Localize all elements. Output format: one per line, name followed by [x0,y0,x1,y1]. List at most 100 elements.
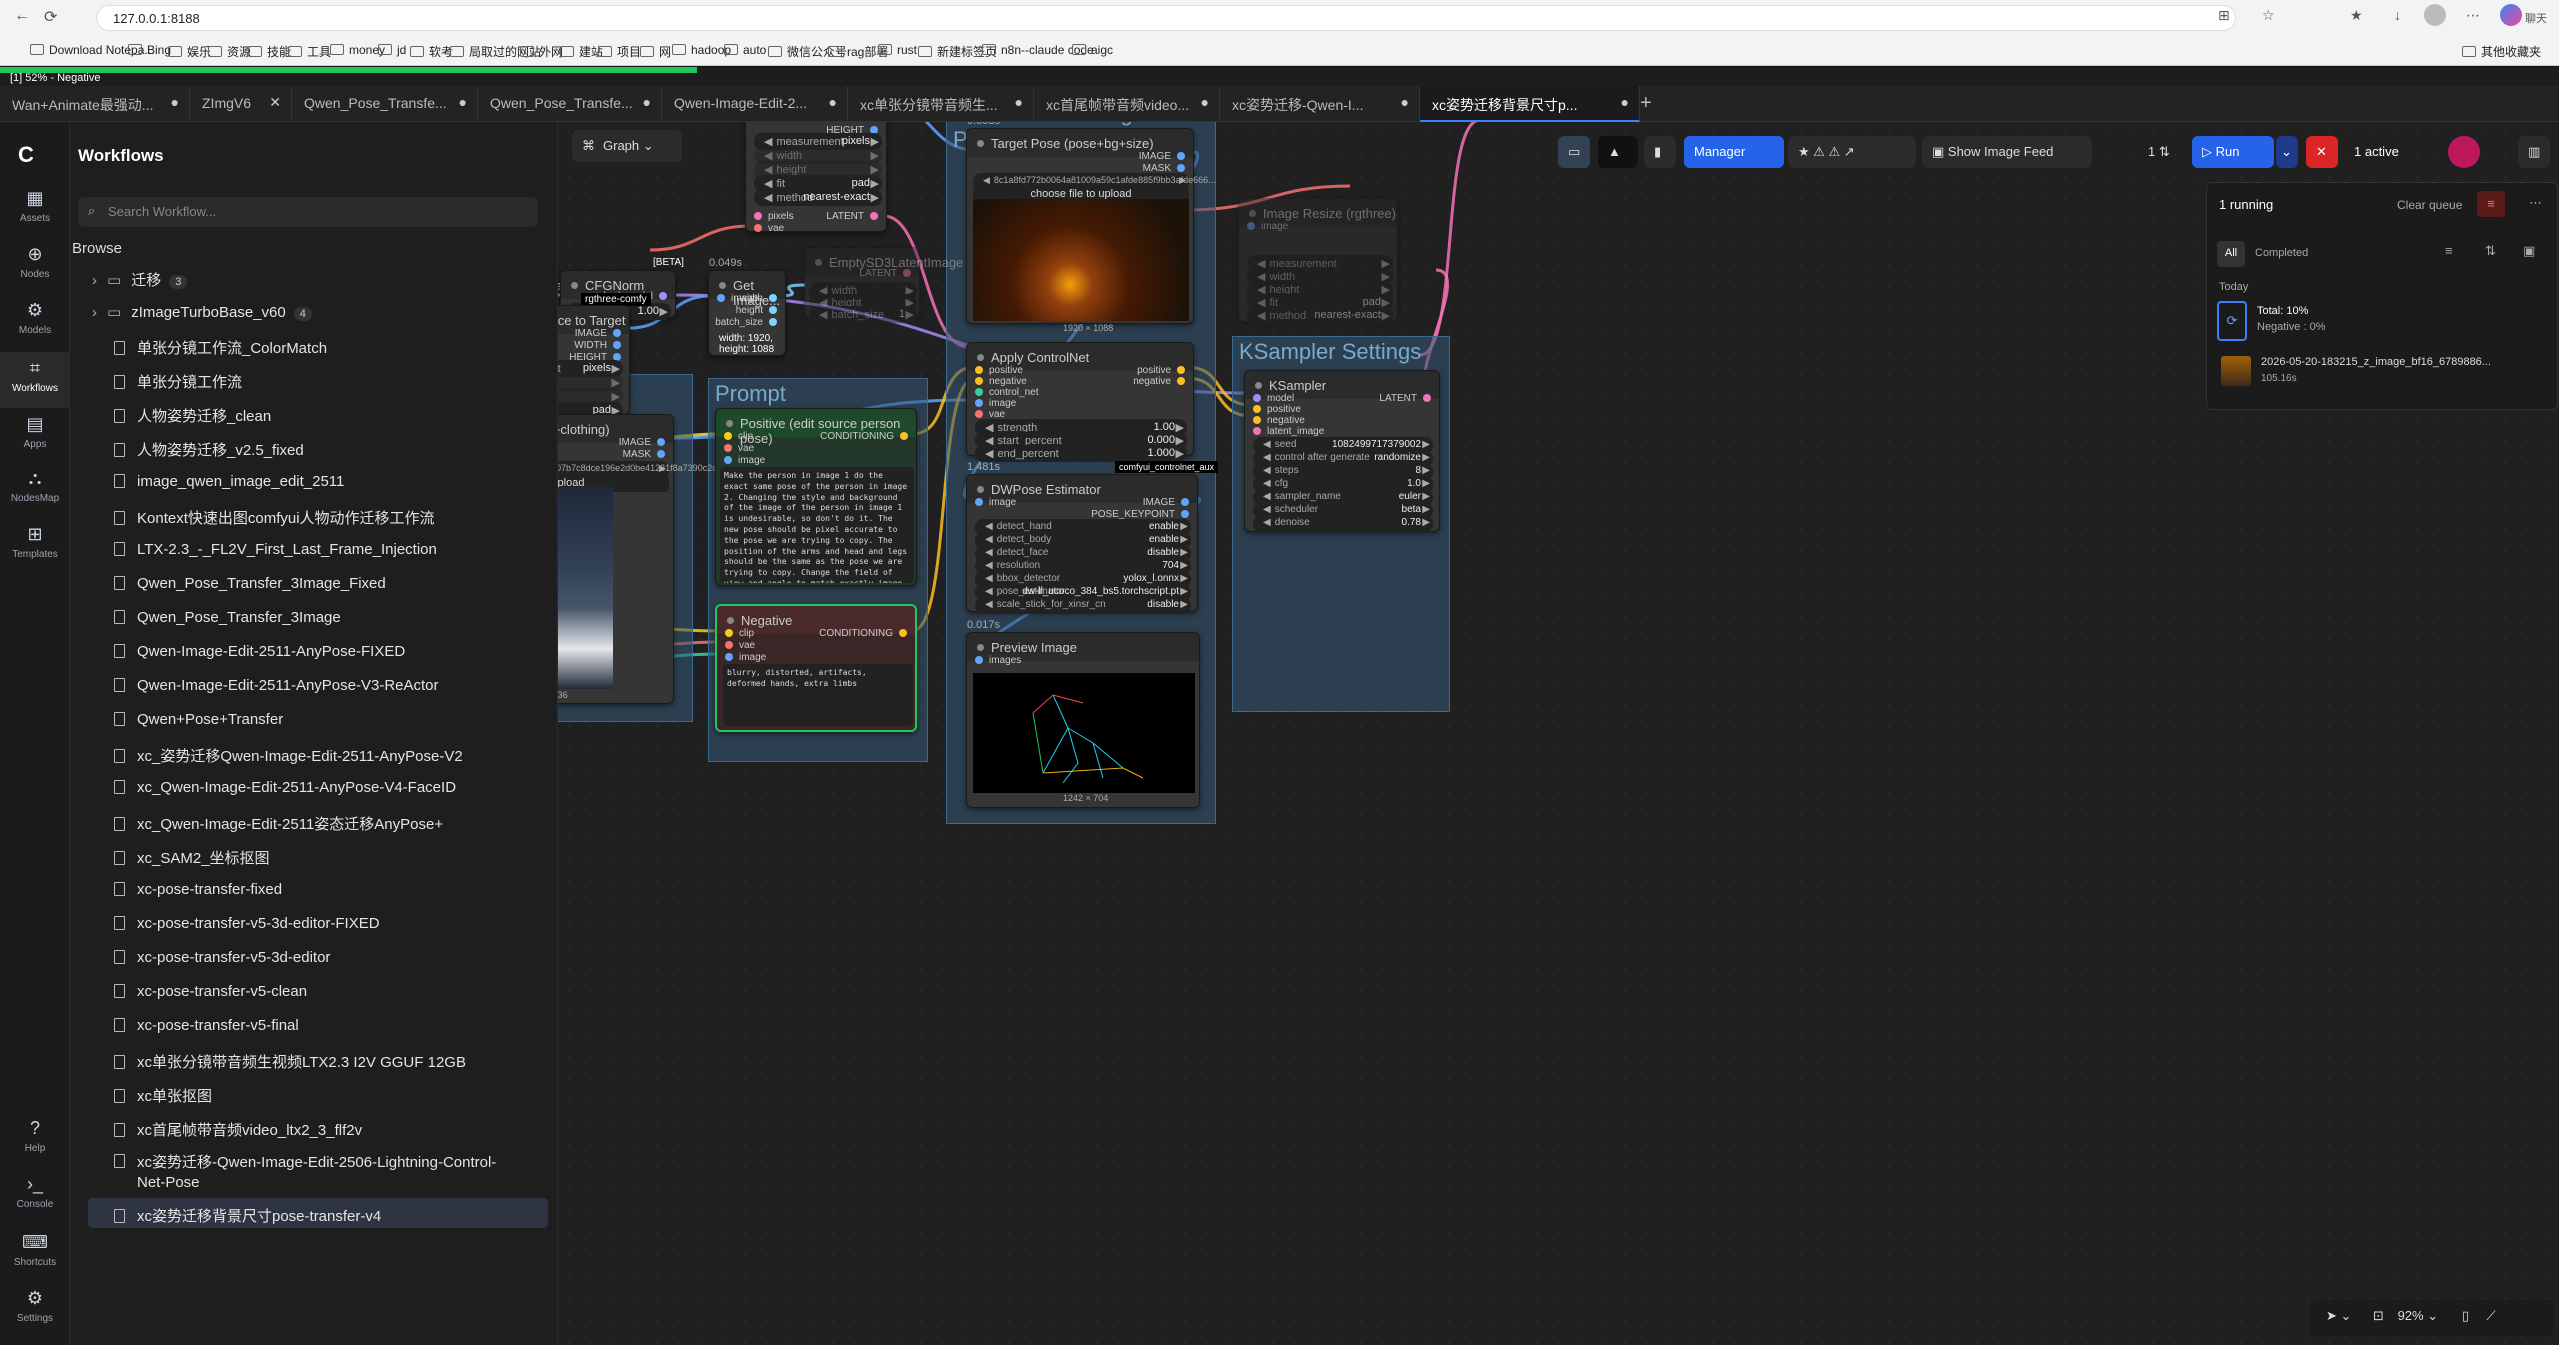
workflow-item[interactable]: xc-pose-transfer-v5-3d-editor [88,942,548,972]
bookmark-item[interactable]: 网 [640,43,671,60]
download-icon[interactable]: ↓ [2394,7,2401,23]
ksampler-widget[interactable]: ◀ denoise 0.78 ▶ [1253,515,1433,532]
rail-settings[interactable]: ⚙ Settings [0,1282,70,1338]
link-visibility-icon[interactable]: ⟋ [2487,1308,2496,1323]
workflow-item[interactable]: xc-pose-transfer-v5-3d-editor-FIXED [88,908,548,938]
address-bar[interactable]: 127.0.0.1:8188 [96,5,2236,31]
resize-target-dwpose-node[interactable]: Resize Target for DWPoseimageIMAGEWIDTHH… [745,122,887,234]
source-portrait-node[interactable]: Source Portrait (identity+clothing)0.032… [558,414,724,704]
bookmark-item[interactable]: 技能 [248,43,291,60]
input-pin[interactable]: negative [1253,415,1305,426]
workflow-item[interactable]: xc首尾帧带音频video_ltx2_3_flf2v [88,1112,548,1142]
star-icon[interactable]: ☆ [2262,7,2275,24]
input-pin[interactable]: latent_image [1253,426,1324,437]
resize-widget[interactable]: ◀ method nearest-exact ▶ [1247,307,1393,324]
node-link[interactable] [1419,122,1480,357]
workflow-item[interactable]: xc单张分镜带音频生视频LTX2.3 I2V GGUF 12GB [88,1044,548,1074]
profile-avatar[interactable] [2424,4,2446,26]
output-pin[interactable]: width [740,293,777,304]
bookmark-item[interactable]: hadoop [672,43,731,57]
input-pin[interactable]: image [724,455,765,466]
queue-tab-completed[interactable]: Completed [2255,247,2308,259]
workflow-item[interactable]: 单张分镜工作流_ColorMatch [88,330,548,360]
workflow-item[interactable]: xc-pose-transfer-v5-final [88,1010,548,1040]
pixels-pin[interactable]: pixels [754,211,794,222]
batch-count-input[interactable]: 1 ⇅ [2138,136,2186,168]
minimap-icon[interactable]: ▯ [2462,1308,2469,1323]
input-pin[interactable]: vae [725,640,755,651]
clear-queue-icon[interactable]: ≡ [2477,191,2505,217]
workflow-item[interactable]: xc-pose-transfer-fixed [88,874,548,904]
bookmark-item[interactable]: auto [724,43,766,57]
workflow-item[interactable]: Qwen-Image-Edit-2511-AnyPose-FIXED [88,636,548,666]
workflow-item[interactable]: Qwen_Pose_Transfer_3Image_Fixed [88,568,548,598]
input-pin[interactable]: clip [724,431,753,442]
input-pin[interactable]: image [725,652,766,663]
batch-widget[interactable]: ◀ batch_size 1 ▶ [809,306,917,323]
conditioning-output-pin[interactable]: CONDITIONING [820,431,908,442]
node-tools-group[interactable]: ★ ⚠ ⚠ ↗ [1788,136,1916,168]
image-icon[interactable]: ▣ [2523,243,2535,259]
preview-image-node[interactable]: Preview Image 0.017s images 1242 × 704 [966,619,1200,808]
output-pin[interactable]: IMAGE [1143,497,1189,508]
close-icon[interactable]: ✕ [269,94,281,111]
graph-mode-button[interactable]: ⌘ Graph ⌄ [572,130,682,162]
clear-queue-button[interactable]: Clear queue [2397,198,2462,212]
workflow-item[interactable]: xc_SAM2_坐标抠图 [88,840,548,870]
rail-shortcuts[interactable]: ⌨ Shortcuts [0,1226,70,1282]
layout-icon[interactable]: ▭ [1558,136,1590,168]
output-pin[interactable]: negative [1133,376,1185,387]
workflow-item[interactable]: Qwen+Pose+Transfer [88,704,548,734]
toggle-panel-icon[interactable]: ▥ [2518,136,2550,168]
negative-prompt-textarea[interactable]: blurry, distorted, artifacts, deformed h… [723,664,913,726]
unsaved-dot-icon[interactable]: ● [459,94,467,110]
manager-button[interactable]: Manager [1684,136,1784,168]
bookmark-item[interactable]: 娱乐 [168,43,211,60]
back-icon[interactable]: ← [14,7,30,25]
input-pin[interactable]: positive [975,365,1023,376]
output-pin[interactable]: IMAGE [619,437,665,448]
bookmark-item[interactable]: 项目 [598,43,641,60]
run-options-chevron-icon[interactable]: ⌄ [2276,136,2298,168]
latent-output-pin[interactable]: LATENT [1379,393,1431,404]
queue-more-icon[interactable]: ⋯ [2529,195,2542,211]
rail-assets[interactable]: ▦ Assets [0,182,70,238]
tab-workflow[interactable]: xc姿势迁移背景尺寸p... ● [1420,86,1640,122]
bookmark-item[interactable]: 外网 [520,43,563,60]
queue-tab-all[interactable]: All [2217,241,2245,267]
controlnet-widget[interactable]: ◀ end_percent 1.000 ▶ [975,445,1187,462]
rail-templates[interactable]: ⊞ Templates [0,518,70,574]
get-image-size-node[interactable]: Get Image... 0.049s image width height batch_… [708,257,786,356]
workflow-item[interactable]: 单张分镜工作流 [88,364,548,394]
conditioning-output-pin[interactable]: CONDITIONING [819,628,907,639]
rail-nodesmap[interactable]: ⛬ NodesMap [0,462,70,518]
vae-pin[interactable]: vae [754,223,784,234]
positive-prompt-node[interactable]: Positive (edit source person pose) clip va… [715,408,917,586]
search-workflow-input[interactable]: ⌕ Search Workflow... [78,197,538,227]
bookmark-item[interactable]: Bing [128,43,171,57]
bookmark-item[interactable]: 建站 [560,43,603,60]
input-pin[interactable]: clip [725,628,754,639]
input-pin[interactable]: model [1253,393,1294,404]
workflow-item[interactable]: Qwen_Pose_Transfer_3Image [88,602,548,632]
rail-console[interactable]: ›_ Console [0,1168,70,1224]
zoom-level[interactable]: 92% [2398,1308,2424,1323]
unsaved-dot-icon[interactable]: ● [171,94,179,110]
workflow-item[interactable]: xc_姿势迁移Qwen-Image-Edit-2511-AnyPose-V2 [88,738,548,768]
sort-icon[interactable]: ⇅ [2485,243,2496,259]
output-pin[interactable]: MASK [623,449,665,460]
queue-item-name[interactable]: 2026-05-20-183215_z_image_bf16_6789886..… [2261,356,2491,368]
input-pin[interactable]: negative [975,376,1027,387]
rail-help[interactable]: ? Help [0,1112,70,1168]
filter-icon[interactable]: ≡ [2445,243,2453,258]
bookmark-item[interactable]: aigc [1072,43,1113,57]
image-input-pin[interactable]: image [975,497,1016,508]
target-pose-node[interactable]: Target Pose (pose+bg+size)0.053sIMAGEMAS… [966,122,1216,333]
ksampler-node[interactable]: KSampler model positive negative latent_imag… [1244,370,1440,532]
run-button[interactable]: ▷ Run [2192,136,2274,168]
more-icon[interactable]: ⋯ [2466,7,2480,24]
favorites-icon[interactable]: ★ [2350,7,2363,24]
copilot-icon[interactable] [2500,4,2522,26]
workflow-item[interactable]: xc-pose-transfer-v5-clean [88,976,548,1006]
negative-prompt-node[interactable]: Negative clip vae image CONDITIONING blurry, … [715,604,917,732]
